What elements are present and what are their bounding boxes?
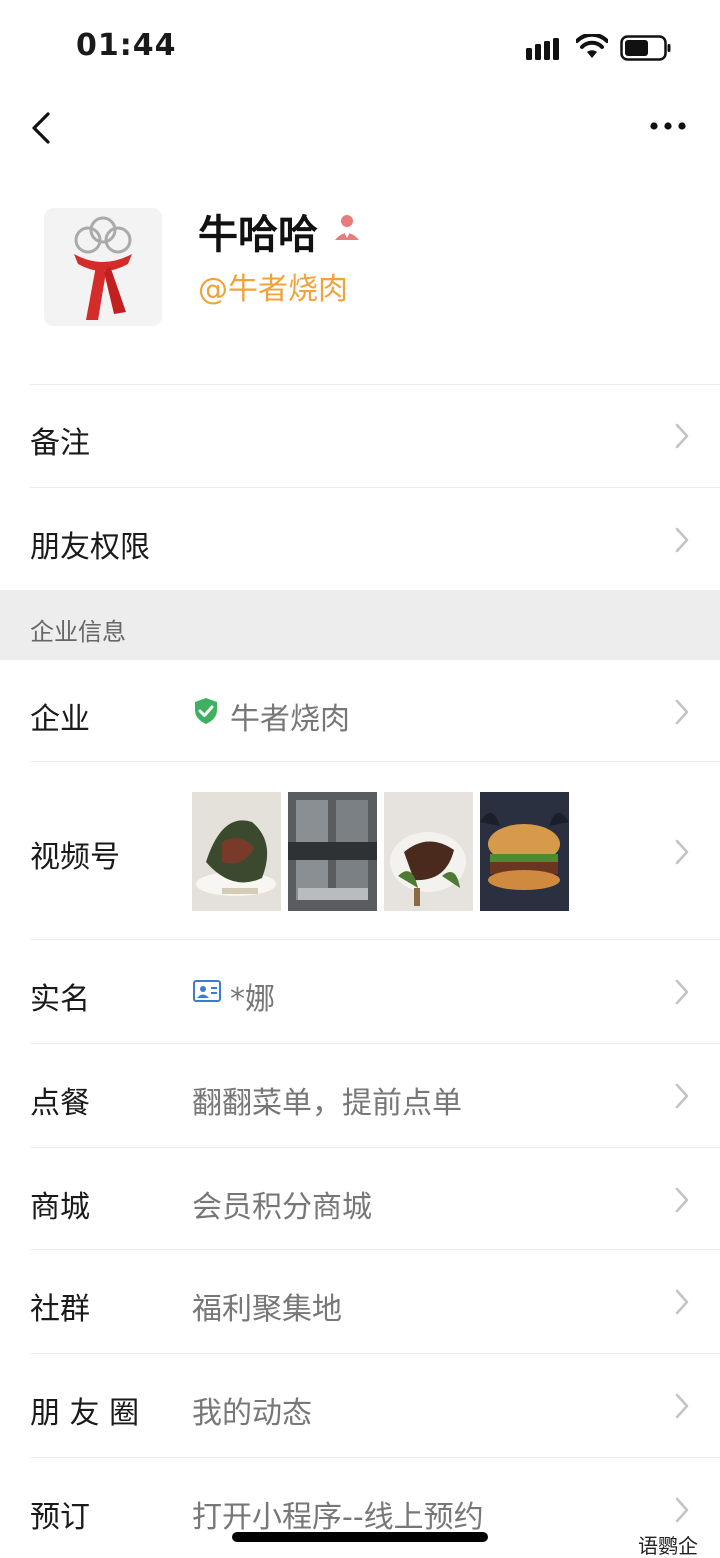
- mall-label: 商城: [30, 1190, 90, 1225]
- battery-icon: [620, 35, 671, 61]
- booking-value: 打开小程序--线上预约: [192, 1500, 484, 1535]
- order-label: 点餐: [30, 1086, 90, 1121]
- video-thumbnail[interactable]: [288, 792, 377, 911]
- friend-permission-row[interactable]: 朋友权限: [0, 488, 720, 590]
- remark-label: 备注: [30, 426, 90, 461]
- video-thumbnail[interactable]: [192, 792, 281, 911]
- profile-header: 牛哈哈 @牛者烧肉: [0, 190, 720, 384]
- chevron-right-icon: [675, 527, 689, 553]
- moments-label: 朋 友 圈: [30, 1396, 140, 1431]
- chevron-right-icon: [675, 699, 689, 725]
- section-header-enterprise-info: 企业信息: [0, 590, 720, 660]
- booking-label: 预订: [30, 1500, 90, 1535]
- chevron-right-icon: [675, 423, 689, 449]
- enterprise-label: 企业: [30, 702, 90, 737]
- chevron-right-icon: [675, 1289, 689, 1315]
- section-title: 企业信息: [30, 618, 126, 646]
- mall-row[interactable]: 商城 会员积分商城: [0, 1148, 720, 1250]
- video-thumbnail[interactable]: [384, 792, 473, 911]
- video-thumbnail[interactable]: [480, 792, 569, 911]
- booking-row[interactable]: 预订 打开小程序--线上预约: [0, 1458, 720, 1558]
- community-label: 社群: [30, 1292, 90, 1327]
- chevron-right-icon: [675, 979, 689, 1005]
- verified-shield-icon: [195, 698, 217, 724]
- real-name-row[interactable]: 实名 *娜: [0, 940, 720, 1044]
- enterprise-value: 牛者烧肉: [230, 702, 350, 737]
- avatar-logo-icon: [44, 208, 162, 326]
- order-row[interactable]: 点餐 翻翻菜单，提前点单: [0, 1044, 720, 1148]
- community-value: 福利聚集地: [192, 1292, 342, 1327]
- mall-value: 会员积分商城: [192, 1190, 372, 1225]
- moments-row[interactable]: 朋 友 圈 我的动态: [0, 1354, 720, 1458]
- more-options-icon[interactable]: [648, 116, 688, 136]
- status-bar: 01:44: [0, 0, 720, 96]
- profile-company-handle: @牛者烧肉: [198, 272, 348, 307]
- cellular-signal-icon: [526, 38, 559, 60]
- community-row[interactable]: 社群 福利聚集地: [0, 1250, 720, 1354]
- chevron-right-icon: [675, 1083, 689, 1109]
- chevron-right-icon: [675, 1497, 689, 1523]
- status-time: 01:44: [76, 28, 177, 63]
- back-icon[interactable]: [28, 110, 58, 146]
- chevron-right-icon: [675, 1187, 689, 1213]
- video-thumbnails: [192, 792, 570, 911]
- real-name-value: *娜: [230, 982, 275, 1017]
- video-channel-row[interactable]: 视频号: [0, 762, 720, 940]
- chevron-right-icon: [675, 839, 689, 865]
- staff-badge-icon: [335, 215, 359, 240]
- chevron-right-icon: [675, 1393, 689, 1419]
- friend-permission-label: 朋友权限: [30, 530, 150, 565]
- wifi-icon: [576, 34, 608, 58]
- video-channel-label: 视频号: [30, 840, 120, 875]
- navigation-bar: [0, 96, 720, 160]
- remark-row[interactable]: 备注: [0, 384, 720, 488]
- order-value: 翻翻菜单，提前点单: [192, 1086, 462, 1121]
- enterprise-row[interactable]: 企业 牛者烧肉: [0, 660, 720, 762]
- id-card-icon: [193, 980, 221, 1002]
- real-name-label: 实名: [30, 982, 90, 1017]
- moments-value: 我的动态: [192, 1396, 312, 1431]
- home-indicator: [232, 1532, 488, 1542]
- avatar[interactable]: [44, 208, 162, 326]
- profile-name: 牛哈哈: [198, 212, 318, 258]
- corner-watermark: 语鹦企服: [634, 1530, 720, 1558]
